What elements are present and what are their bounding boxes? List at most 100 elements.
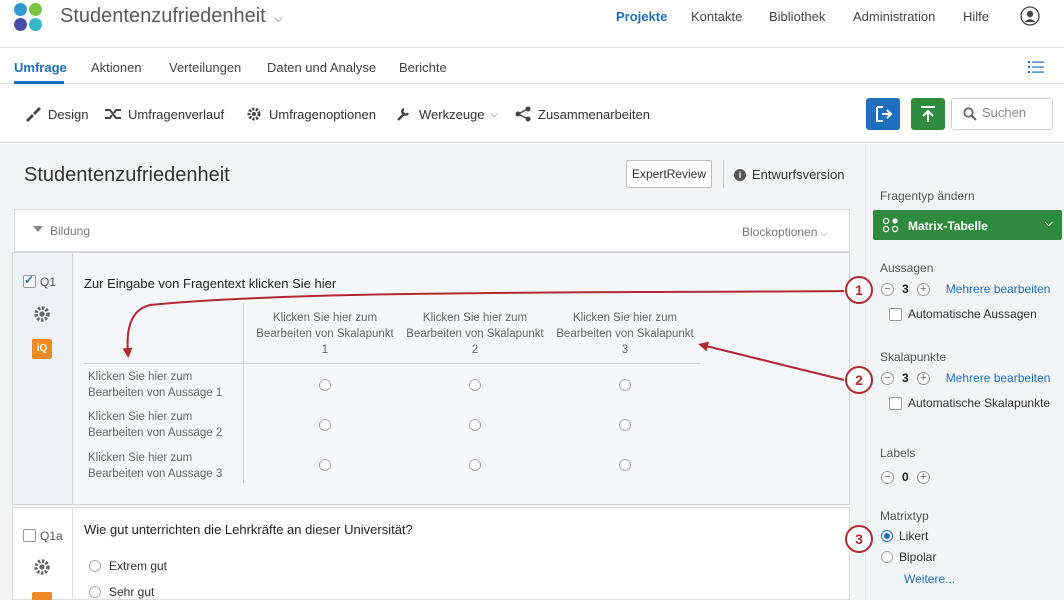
auto-statements-label: Automatische Aussagen bbox=[908, 307, 1037, 321]
question-q1a[interactable]: Q1a Wie gut unterrichten die Lehrkräfte … bbox=[12, 507, 850, 600]
matrix-radio[interactable] bbox=[619, 419, 631, 431]
minus-icon[interactable]: − bbox=[881, 371, 894, 385]
scale-point-1[interactable]: Klicken Sie hier zum Bearbeiten von Skal… bbox=[250, 310, 400, 358]
tab-umfrage[interactable]: Umfrage bbox=[14, 60, 67, 75]
minus-icon[interactable]: − bbox=[881, 282, 894, 296]
publish-button[interactable] bbox=[911, 98, 945, 130]
search-input[interactable] bbox=[982, 105, 1048, 120]
auto-scale-option[interactable]: Automatische Skalapunkte bbox=[889, 396, 1050, 410]
chevron-down-icon: ⌵ bbox=[820, 228, 828, 238]
statement-2[interactable]: Klicken Sie hier zum Bearbeiten von Auss… bbox=[88, 409, 238, 441]
tab-berichte[interactable]: Berichte bbox=[399, 60, 447, 75]
question-select-checkbox[interactable] bbox=[23, 273, 36, 288]
matrix-radio[interactable] bbox=[319, 419, 331, 431]
auto-scale-checkbox[interactable] bbox=[889, 396, 902, 410]
question-type-dropdown[interactable]: Matrix-Tabelle ⌵ bbox=[873, 210, 1062, 240]
survey-editor: Studentenzufriedenheit ExpertReview i En… bbox=[0, 144, 865, 600]
collapse-caret-icon[interactable] bbox=[33, 226, 43, 232]
survey-options-button[interactable]: Umfragenoptionen bbox=[245, 106, 376, 122]
nav-bibliothek[interactable]: Bibliothek bbox=[769, 9, 825, 24]
nav-kontakte[interactable]: Kontakte bbox=[691, 9, 742, 24]
auto-statements-option[interactable]: Automatische Aussagen bbox=[889, 307, 1037, 321]
top-bar: Studentenzufriedenheit ⌵ Projekte Kontakt… bbox=[0, 0, 1064, 48]
statement-text: Klicken Sie hier zum bbox=[88, 452, 193, 464]
scale-point-2[interactable]: Klicken Sie hier zum Bearbeiten von Skal… bbox=[400, 310, 550, 358]
edit-multiple-statements-link[interactable]: Mehrere bearbeiten bbox=[946, 282, 1051, 296]
plus-icon[interactable]: + bbox=[916, 282, 930, 296]
matrix-type-likert[interactable]: Likert bbox=[881, 529, 928, 543]
matrix-type-label: Matrixtyp bbox=[880, 509, 929, 523]
matrix-radio[interactable] bbox=[469, 419, 481, 431]
bipolar-radio[interactable] bbox=[881, 551, 893, 563]
matrix-type-bipolar[interactable]: Bipolar bbox=[881, 550, 936, 564]
project-title-dropdown[interactable]: Studentenzufriedenheit ⌵ bbox=[60, 5, 283, 28]
question-q1[interactable]: Q1 iQ Zur Eingabe von Fragentext klicken… bbox=[12, 252, 850, 505]
choice-1[interactable]: Extrem gut bbox=[89, 559, 167, 573]
auto-statements-checkbox[interactable] bbox=[889, 307, 902, 321]
search-icon bbox=[963, 107, 977, 121]
info-icon: i bbox=[734, 168, 746, 181]
matrix-type-icon bbox=[882, 217, 899, 233]
minus-icon[interactable]: − bbox=[881, 470, 894, 484]
survey-flow-button[interactable]: Umfragenverlauf bbox=[104, 106, 224, 122]
preview-button[interactable] bbox=[866, 98, 900, 130]
auto-scale-label: Automatische Skalapunkte bbox=[908, 396, 1051, 410]
choice-radio[interactable] bbox=[89, 560, 101, 572]
likert-radio[interactable] bbox=[881, 530, 893, 542]
plus-icon[interactable]: + bbox=[916, 470, 930, 484]
matrix-radio[interactable] bbox=[619, 379, 631, 391]
iq-score-badge[interactable]: iQ bbox=[32, 339, 52, 359]
search-box[interactable] bbox=[951, 98, 1053, 130]
choice-2[interactable]: Sehr gut bbox=[89, 585, 154, 599]
matrix-divider bbox=[84, 363, 700, 364]
preview-icon bbox=[876, 106, 893, 122]
block-name[interactable]: Bildung bbox=[50, 224, 90, 238]
design-button[interactable]: Design bbox=[24, 106, 88, 122]
user-account-icon[interactable] bbox=[1020, 6, 1040, 26]
collaborate-button[interactable]: Zusammenarbeiten bbox=[514, 106, 650, 122]
iq-score-badge[interactable] bbox=[32, 592, 52, 600]
scale-points-count: 3 bbox=[902, 371, 909, 385]
statements-label: Aussagen bbox=[880, 261, 934, 275]
matrix-radio[interactable] bbox=[469, 379, 481, 391]
question-text[interactable]: Wie gut unterrichten die Lehrkräfte an d… bbox=[84, 522, 413, 537]
list-view-icon[interactable] bbox=[1028, 60, 1044, 74]
nav-projekte[interactable]: Projekte bbox=[616, 9, 667, 24]
tab-daten-und-analyse[interactable]: Daten und Analyse bbox=[267, 60, 376, 75]
gear-icon[interactable] bbox=[32, 304, 52, 324]
choice-label: Sehr gut bbox=[109, 585, 155, 599]
nav-hilfe[interactable]: Hilfe bbox=[963, 9, 989, 24]
more-options-link[interactable]: Weitere... bbox=[904, 572, 955, 586]
tab-aktionen[interactable]: Aktionen bbox=[91, 60, 142, 75]
nav-administration[interactable]: Administration bbox=[853, 9, 935, 24]
matrix-radio[interactable] bbox=[619, 459, 631, 471]
statement-1[interactable]: Klicken Sie hier zum Bearbeiten von Auss… bbox=[88, 369, 238, 401]
qualtrics-logo[interactable] bbox=[14, 3, 44, 33]
block-options-dropdown[interactable]: Blockoptionen ⌵ bbox=[742, 225, 828, 239]
scale-point-3[interactable]: Klicken Sie hier zum Bearbeiten von Skal… bbox=[550, 310, 700, 358]
expert-review-button[interactable]: ExpertReview bbox=[626, 160, 712, 188]
scale-points-label: Skalapunkte bbox=[880, 350, 947, 364]
survey-options-label: Umfragenoptionen bbox=[269, 106, 376, 122]
plus-icon[interactable]: + bbox=[916, 371, 930, 385]
question-id: Q1 bbox=[40, 275, 57, 289]
publish-icon bbox=[921, 106, 935, 122]
edit-multiple-scale-link[interactable]: Mehrere bearbeiten bbox=[946, 371, 1051, 385]
question-sidebar: Q1a bbox=[13, 508, 73, 600]
tools-dropdown[interactable]: Werkzeuge ⌵ bbox=[395, 106, 498, 122]
survey-title: Studentenzufriedenheit bbox=[24, 164, 230, 186]
survey-toolbar: Design Umfragenverlauf Umfragenoptionen … bbox=[0, 85, 1064, 143]
annotation-marker-2: 2 bbox=[845, 366, 873, 394]
tab-verteilungen[interactable]: Verteilungen bbox=[169, 60, 241, 75]
matrix-radio[interactable] bbox=[469, 459, 481, 471]
question-select-checkbox[interactable] bbox=[23, 529, 36, 542]
question-text[interactable]: Zur Eingabe von Fragentext klicken Sie h… bbox=[84, 276, 336, 291]
matrix-radio[interactable] bbox=[319, 459, 331, 471]
draft-status[interactable]: i Entwurfsversion bbox=[734, 167, 844, 182]
gear-icon[interactable] bbox=[32, 557, 52, 577]
gear-icon bbox=[247, 107, 261, 121]
scale-point-number: 3 bbox=[621, 344, 629, 356]
choice-radio[interactable] bbox=[89, 586, 101, 598]
statement-3[interactable]: Klicken Sie hier zum Bearbeiten von Auss… bbox=[88, 450, 238, 482]
matrix-radio[interactable] bbox=[319, 379, 331, 391]
